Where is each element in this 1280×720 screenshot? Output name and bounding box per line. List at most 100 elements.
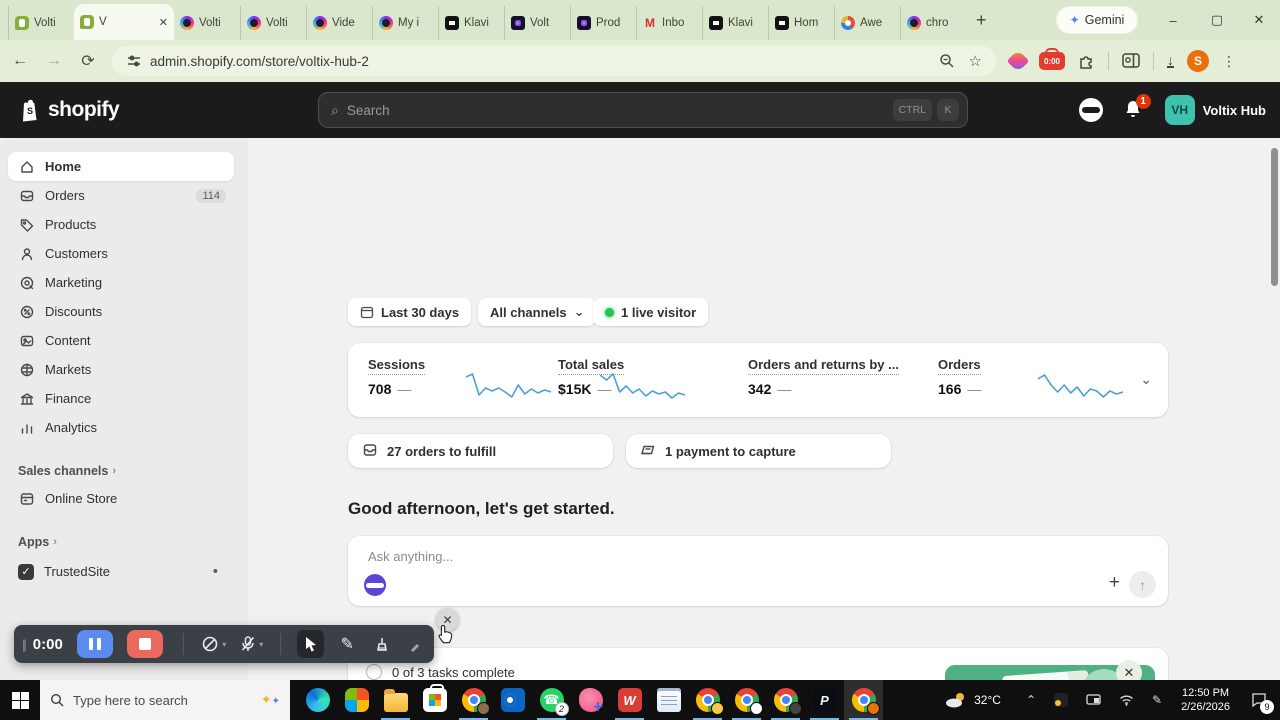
browser-profile-avatar[interactable]: S xyxy=(1187,50,1209,72)
downloads-icon[interactable]: ↓ xyxy=(1167,54,1174,68)
chrome-menu-icon[interactable]: ⋮ xyxy=(1222,53,1236,70)
browser-tab[interactable]: Klavi xyxy=(702,6,768,40)
sidekick-icon[interactable] xyxy=(1079,98,1103,122)
pen-tool-button[interactable]: ✎ xyxy=(334,630,361,658)
color-picker-extension-icon[interactable] xyxy=(1007,50,1030,73)
sidebar-item-markets[interactable]: Markets xyxy=(8,355,234,384)
store-icon[interactable] xyxy=(415,680,454,720)
browser-tab[interactable]: Volti xyxy=(240,6,306,40)
p-app-icon[interactable]: P xyxy=(805,680,844,720)
reload-icon[interactable]: ⟳ xyxy=(74,51,102,71)
sidebar-item-content[interactable]: Content xyxy=(8,326,234,355)
apps-header[interactable]: Apps› xyxy=(18,535,248,549)
file-explorer-icon[interactable] xyxy=(376,680,415,720)
pause-recording-button[interactable] xyxy=(77,630,113,658)
date-range-filter[interactable]: Last 30 days xyxy=(348,298,471,326)
address-bar[interactable]: admin.shopify.com/store/voltix-hub-2 ☆ xyxy=(112,46,996,76)
metrics-overview-card[interactable]: ⌄ Sessions 708— Total sales $15K— Orders… xyxy=(348,343,1168,417)
chrome-lock-icon[interactable] xyxy=(454,680,493,720)
send-button[interactable]: ↑ xyxy=(1129,571,1156,598)
sidebar-item-trustedsite[interactable]: ✓ TrustedSite • xyxy=(8,557,234,586)
tray-expand-chevron-icon[interactable]: ⌃ xyxy=(1026,693,1036,707)
admin-search-bar[interactable]: ⌕ Search CTRL K xyxy=(318,92,968,128)
chevron-down-icon[interactable]: ▾ xyxy=(222,640,226,649)
chevron-down-icon[interactable]: ▾ xyxy=(259,640,263,649)
recorder-extension-icon[interactable]: 0:00 xyxy=(1039,52,1065,70)
sidebar-item-finance[interactable]: Finance xyxy=(8,384,234,413)
chrome-profile2-icon[interactable] xyxy=(727,680,766,720)
zoom-icon[interactable] xyxy=(939,53,955,69)
browser-tab[interactable]: Vide xyxy=(306,6,372,40)
copilot-icon[interactable] xyxy=(337,680,376,720)
browser-tab[interactable]: chro xyxy=(900,6,966,40)
page-scrollbar[interactable] xyxy=(1271,148,1278,286)
sidebar-item-analytics[interactable]: Analytics xyxy=(8,413,234,442)
stop-recording-button[interactable] xyxy=(127,630,163,658)
camera-off-button[interactable]: ▾ xyxy=(201,635,226,653)
chrome-profile1-icon[interactable] xyxy=(688,680,727,720)
gemini-button[interactable]: ✦ Gemini xyxy=(1057,7,1137,33)
site-info-icon[interactable] xyxy=(126,53,142,69)
sidebar-item-orders[interactable]: Orders 114 xyxy=(8,181,234,210)
taskbar-clock[interactable]: 12:50 PM 2/26/2026 xyxy=(1181,686,1230,714)
chrome-active-icon[interactable] xyxy=(844,680,883,720)
window-restore-button[interactable]: ▢ xyxy=(1196,0,1238,40)
word-red-icon[interactable]: W xyxy=(610,680,649,720)
sidebar-item-products[interactable]: Products xyxy=(8,210,234,239)
chrome-profile3-icon[interactable] xyxy=(766,680,805,720)
back-icon[interactable]: ← xyxy=(6,52,34,70)
metrics-expand-chevron-icon[interactable]: ⌄ xyxy=(1140,371,1152,388)
payment-to-capture-card[interactable]: 1 payment to capture xyxy=(626,434,891,468)
store-menu-button[interactable]: VH Voltix Hub xyxy=(1165,95,1266,125)
notepad-icon[interactable] xyxy=(649,680,688,720)
sidebar-item-home[interactable]: Home xyxy=(8,152,234,181)
sidebar-item-marketing[interactable]: Marketing xyxy=(8,268,234,297)
tab-close-icon[interactable]: ✕ xyxy=(159,16,168,29)
notifications-bell-button[interactable]: 1 xyxy=(1123,99,1145,121)
dismiss-card-icon[interactable]: ✕ xyxy=(1116,660,1142,680)
browser-tab[interactable]: Volti xyxy=(8,6,74,40)
display-icon[interactable] xyxy=(1086,694,1101,706)
tray-app-icon[interactable] xyxy=(1054,693,1068,707)
sidebar-item-online-store[interactable]: Online Store xyxy=(8,484,234,513)
pen-icon[interactable]: ✎ xyxy=(1152,693,1162,707)
sidebar-item-customers[interactable]: Customers xyxy=(8,239,234,268)
metric[interactable]: Orders and returns by ... 342— xyxy=(748,357,899,397)
browser-tab[interactable]: Volti xyxy=(174,6,240,40)
extensions-puzzle-icon[interactable] xyxy=(1078,53,1095,70)
browser-tab[interactable]: Klavi xyxy=(438,6,504,40)
window-close-button[interactable]: ✕ xyxy=(1238,0,1280,40)
live-visitors-pill[interactable]: 1 live visitor xyxy=(593,298,708,326)
url-text[interactable]: admin.shopify.com/store/voltix-hub-2 xyxy=(150,54,939,69)
edge-icon[interactable] xyxy=(298,680,337,720)
browser-tab[interactable]: V ✕ xyxy=(74,4,174,40)
new-tab-button[interactable]: + xyxy=(976,0,987,40)
eraser-tool-button[interactable] xyxy=(369,630,396,658)
highlight-tool-button[interactable] xyxy=(403,630,430,658)
sidebar-item-discounts[interactable]: Discounts xyxy=(8,297,234,326)
pink-app-icon[interactable] xyxy=(571,680,610,720)
cursor-tool-button[interactable] xyxy=(297,630,324,658)
attach-plus-button[interactable]: + xyxy=(1109,572,1120,594)
metric[interactable]: Orders 166— xyxy=(938,357,981,397)
browser-tab[interactable]: Volt xyxy=(504,6,570,40)
whatsapp-icon[interactable]: ☎2 xyxy=(532,680,571,720)
outlook-icon[interactable] xyxy=(493,680,532,720)
start-button[interactable] xyxy=(0,680,40,720)
shopify-logo[interactable]: S shopify xyxy=(18,97,119,123)
channels-filter[interactable]: All channels ⌄ xyxy=(478,298,596,326)
browser-tab[interactable]: Inbo xyxy=(636,6,702,40)
orders-to-fulfill-card[interactable]: 27 orders to fulfill xyxy=(348,434,613,468)
browser-tab[interactable]: Prod xyxy=(570,6,636,40)
bookmark-star-icon[interactable]: ☆ xyxy=(969,52,982,70)
browser-tab[interactable]: Hom xyxy=(768,6,834,40)
forward-icon[interactable]: → xyxy=(40,52,68,70)
browser-tab[interactable]: Awe xyxy=(834,6,900,40)
window-minimize-button[interactable]: – xyxy=(1152,0,1194,40)
side-panel-search-icon[interactable] xyxy=(1122,53,1140,69)
mic-off-button[interactable]: ▾ xyxy=(240,635,263,653)
browser-tab[interactable]: My i xyxy=(372,6,438,40)
ask-input[interactable]: Ask anything... xyxy=(368,549,453,564)
weather-widget[interactable]: 32°C xyxy=(945,692,1001,708)
metric[interactable]: Sessions 708— xyxy=(368,357,425,397)
